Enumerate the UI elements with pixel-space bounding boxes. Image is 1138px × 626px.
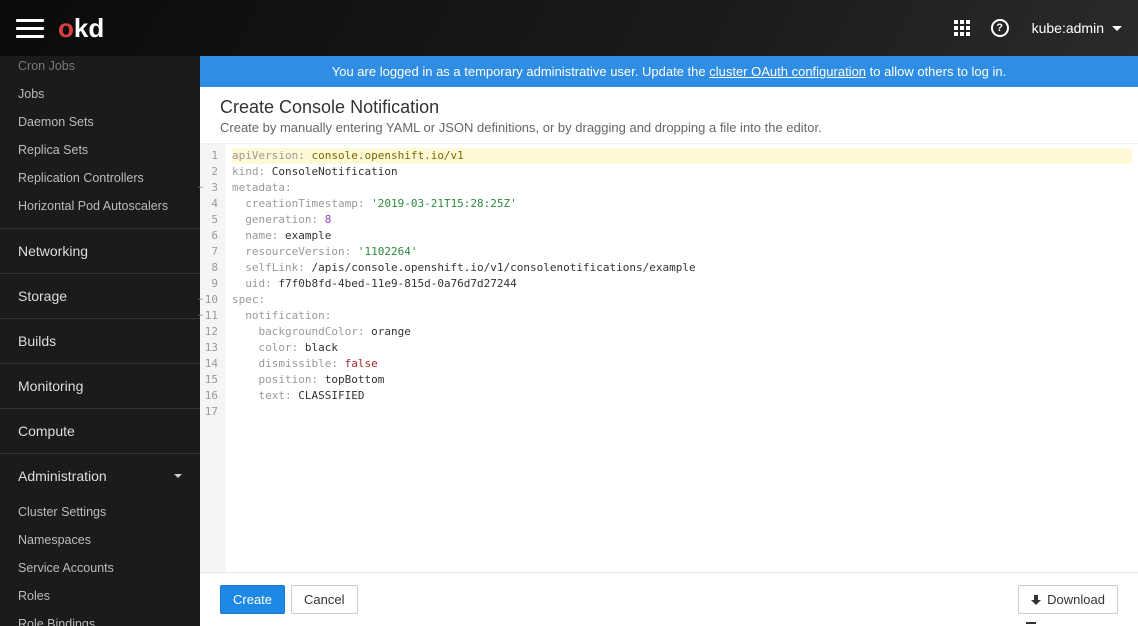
download-button[interactable]: Download bbox=[1018, 585, 1118, 614]
topbar: okd ? kube:admin bbox=[0, 0, 1138, 56]
footer: Create Cancel Download bbox=[200, 572, 1138, 626]
sidebar-item[interactable]: Replica Sets bbox=[0, 136, 200, 164]
sidebar-section-label: Compute bbox=[18, 423, 75, 439]
sidebar-item[interactable]: Horizontal Pod Autoscalers bbox=[0, 192, 200, 220]
logo-part1: o bbox=[58, 13, 74, 44]
sidebar-item[interactable]: Service Accounts bbox=[0, 554, 200, 582]
main: Cron JobsJobsDaemon SetsReplica SetsRepl… bbox=[0, 56, 1138, 626]
page-subtitle: Create by manually entering YAML or JSON… bbox=[220, 120, 1118, 135]
sidebar-item[interactable]: Cron Jobs bbox=[0, 56, 200, 80]
page-title: Create Console Notification bbox=[220, 97, 1118, 118]
sidebar-section-label: Builds bbox=[18, 333, 56, 349]
sidebar-item[interactable]: Jobs bbox=[0, 80, 200, 108]
banner-prefix: You are logged in as a temporary adminis… bbox=[332, 64, 709, 79]
info-banner: You are logged in as a temporary adminis… bbox=[200, 56, 1138, 87]
cancel-button[interactable]: Cancel bbox=[291, 585, 357, 614]
help-icon[interactable]: ? bbox=[984, 12, 1016, 44]
heading-block: Create Console Notification Create by ma… bbox=[200, 87, 1138, 143]
sidebar-section-administration[interactable]: Administration bbox=[0, 453, 200, 498]
chevron-down-icon bbox=[174, 474, 182, 478]
sidebar-section[interactable]: Compute bbox=[0, 408, 200, 453]
banner-suffix: to allow others to log in. bbox=[866, 64, 1006, 79]
sidebar-section-label: Administration bbox=[18, 468, 107, 484]
sidebar-section-label: Storage bbox=[18, 288, 67, 304]
user-menu[interactable]: kube:admin bbox=[1032, 20, 1122, 36]
sidebar-section[interactable]: Storage bbox=[0, 273, 200, 318]
hamburger-menu-icon[interactable] bbox=[16, 14, 44, 42]
sidebar-section-label: Networking bbox=[18, 243, 88, 259]
download-label: Download bbox=[1047, 592, 1105, 607]
user-name: kube:admin bbox=[1032, 20, 1104, 36]
logo-part2: kd bbox=[74, 13, 104, 44]
sidebar-item[interactable]: Cluster Settings bbox=[0, 498, 200, 526]
sidebar-section[interactable]: Builds bbox=[0, 318, 200, 363]
sidebar-section-label: Monitoring bbox=[18, 378, 83, 394]
create-button[interactable]: Create bbox=[220, 585, 285, 614]
sidebar-section[interactable]: Networking bbox=[0, 228, 200, 273]
sidebar[interactable]: Cron JobsJobsDaemon SetsReplica SetsRepl… bbox=[0, 56, 200, 626]
logo[interactable]: okd bbox=[58, 13, 104, 44]
content: You are logged in as a temporary adminis… bbox=[200, 56, 1138, 626]
caret-down-icon bbox=[1112, 26, 1122, 31]
yaml-editor[interactable]: 1234567891011121314151617 apiVersion: co… bbox=[200, 143, 1138, 572]
sidebar-item[interactable]: Replication Controllers bbox=[0, 164, 200, 192]
sidebar-item[interactable]: Role Bindings bbox=[0, 610, 200, 626]
sidebar-section[interactable]: Monitoring bbox=[0, 363, 200, 408]
editor-gutter: 1234567891011121314151617 bbox=[200, 144, 226, 572]
download-icon bbox=[1031, 596, 1041, 606]
sidebar-item[interactable]: Namespaces bbox=[0, 526, 200, 554]
sidebar-item[interactable]: Daemon Sets bbox=[0, 108, 200, 136]
sidebar-item[interactable]: Roles bbox=[0, 582, 200, 610]
banner-link[interactable]: cluster OAuth configuration bbox=[709, 64, 866, 79]
apps-launcher-icon[interactable] bbox=[946, 12, 978, 44]
editor-code[interactable]: apiVersion: console.openshift.io/v1kind:… bbox=[226, 144, 1138, 572]
